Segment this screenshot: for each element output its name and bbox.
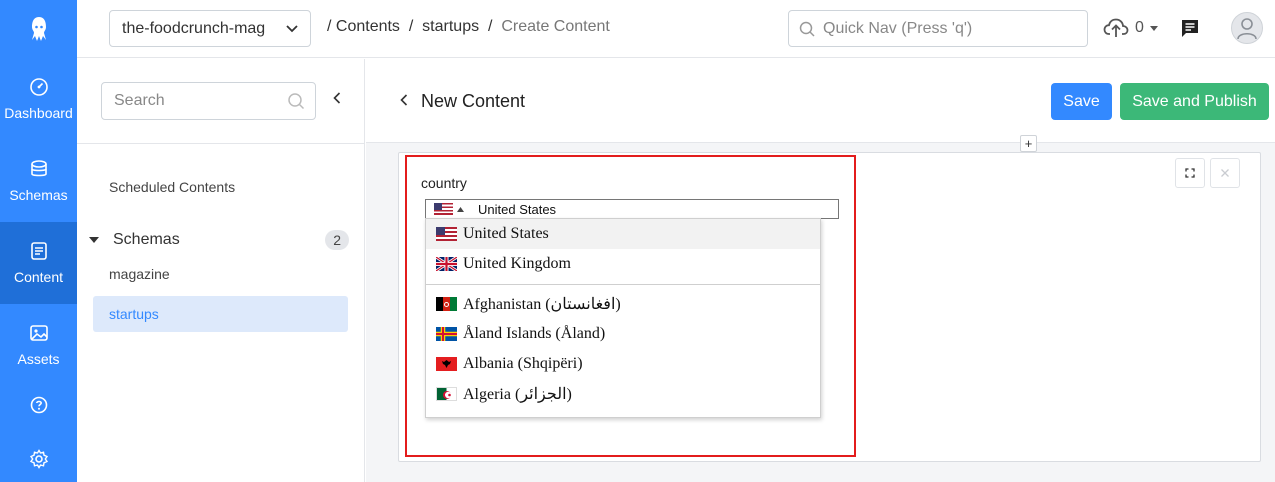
chevron-left-icon (333, 92, 341, 104)
algeria-flag-icon (436, 387, 457, 401)
add-field-button[interactable]: + (1020, 135, 1037, 152)
sidebar-item-label: startups (109, 306, 159, 322)
help-icon (30, 396, 47, 414)
nav-content[interactable]: Content (0, 222, 77, 304)
search-icon (799, 21, 815, 37)
option-label: Åland Islands (Åland) (463, 325, 606, 342)
sidebar-item-label: magazine (109, 266, 170, 282)
content-editor: New Content Save Save and Publish + coun… (366, 59, 1275, 482)
save-and-publish-button[interactable]: Save and Publish (1120, 83, 1269, 120)
squid-logo-icon[interactable] (0, 0, 77, 58)
nav-assets-label: Assets (17, 351, 60, 367)
app-selector[interactable]: the-foodcrunch-mag (109, 10, 311, 47)
help-button[interactable] (0, 385, 77, 425)
nav-dashboard-label: Dashboard (4, 105, 73, 121)
app-name: the-foodcrunch-mag (122, 19, 266, 37)
country-field-label: country (421, 175, 467, 191)
gear-icon (29, 449, 48, 469)
option-label: United Kingdom (463, 255, 571, 272)
country-dropdown: United States United Kingdom Afghanistan… (425, 218, 821, 418)
settings-button[interactable] (0, 439, 77, 479)
sidebar-item-magazine[interactable]: magazine (93, 256, 348, 292)
option-afghanistan[interactable]: Afghanistan (افغانستان) (426, 289, 820, 319)
uk-flag-icon (436, 257, 457, 271)
sidebar-divider (77, 143, 365, 144)
country-select[interactable]: United States (425, 199, 839, 219)
option-albania[interactable]: Albania (Shqipëri) (426, 349, 820, 379)
option-label: Afghanistan (افغانستان) (463, 296, 621, 313)
sidebar-item-startups[interactable]: startups (93, 296, 348, 332)
country-value: United States (478, 201, 557, 217)
chevron-left-icon (400, 94, 408, 106)
document-icon (30, 242, 47, 260)
option-united-kingdom[interactable]: United Kingdom (426, 249, 820, 279)
main-nav-rail: Dashboard Schemas Content Assets (0, 0, 77, 482)
quick-nav-input[interactable]: Quick Nav (Press 'q') (788, 10, 1088, 47)
afghanistan-flag-icon (436, 297, 457, 311)
schemas-count-badge: 2 (325, 230, 349, 250)
option-united-states[interactable]: United States (426, 219, 820, 249)
option-label: Albania (Shqipëri) (463, 355, 583, 372)
schemas-sidebar: Search Scheduled Contents Schemas 2 maga… (77, 59, 365, 482)
caret-down-icon (1149, 25, 1158, 31)
image-icon (29, 325, 48, 341)
nav-content-label: Content (13, 269, 64, 285)
sidebar-search-placeholder: Search (114, 92, 165, 109)
chevron-down-icon (286, 24, 298, 32)
upload-count: 0 (1135, 19, 1144, 36)
save-button[interactable]: Save (1051, 83, 1112, 120)
nav-schemas-label: Schemas (9, 187, 68, 203)
nav-dashboard[interactable]: Dashboard (0, 58, 77, 140)
user-icon (1237, 18, 1257, 40)
aland-flag-icon (436, 327, 457, 341)
back-button[interactable] (400, 93, 408, 111)
nav-assets[interactable]: Assets (0, 304, 77, 386)
database-icon (30, 160, 47, 177)
cloud-upload-icon (1103, 18, 1129, 37)
upload-menu[interactable]: 0 (1103, 17, 1158, 39)
caret-up-icon (457, 206, 464, 212)
close-icon (1221, 169, 1229, 177)
breadcrumb: / Contents / startups / Create Content (327, 18, 610, 36)
page-title: New Content (421, 91, 526, 111)
editor-header: New Content Save Save and Publish (366, 59, 1275, 143)
flag-selector[interactable] (426, 203, 478, 215)
top-bar: the-foodcrunch-mag / Contents / startups… (77, 0, 1275, 58)
collapse-sidebar-button[interactable] (333, 91, 341, 109)
fullscreen-button[interactable] (1175, 158, 1205, 188)
option-label: Algeria (الجزائر) (463, 386, 572, 403)
option-label: United States (463, 225, 549, 242)
schemas-group-header[interactable]: Schemas 2 (87, 230, 349, 250)
chat-button[interactable] (1180, 18, 1200, 43)
us-flag-icon (436, 227, 457, 241)
nav-schemas[interactable]: Schemas (0, 140, 77, 222)
chat-icon (1182, 20, 1198, 37)
us-flag-icon (434, 203, 453, 215)
caret-down-icon (87, 237, 101, 243)
dropdown-divider (426, 284, 820, 285)
scheduled-contents-link[interactable]: Scheduled Contents (109, 179, 235, 195)
breadcrumb-startups[interactable]: startups (422, 18, 479, 36)
remove-field-button[interactable] (1210, 158, 1240, 188)
expand-icon (1185, 168, 1195, 178)
gauge-icon (29, 78, 48, 96)
option-aland-islands[interactable]: Åland Islands (Åland) (426, 319, 820, 349)
breadcrumb-current: Create Content (501, 18, 610, 35)
quick-nav-placeholder: Quick Nav (Press 'q') (823, 19, 973, 37)
sidebar-search-input[interactable]: Search (101, 82, 316, 120)
schemas-group-label: Schemas (113, 231, 180, 248)
albania-flag-icon (436, 357, 457, 371)
search-icon (288, 93, 305, 110)
breadcrumb-contents[interactable]: Contents (336, 18, 400, 36)
avatar[interactable] (1231, 12, 1263, 44)
option-algeria[interactable]: Algeria (الجزائر) (426, 379, 820, 409)
